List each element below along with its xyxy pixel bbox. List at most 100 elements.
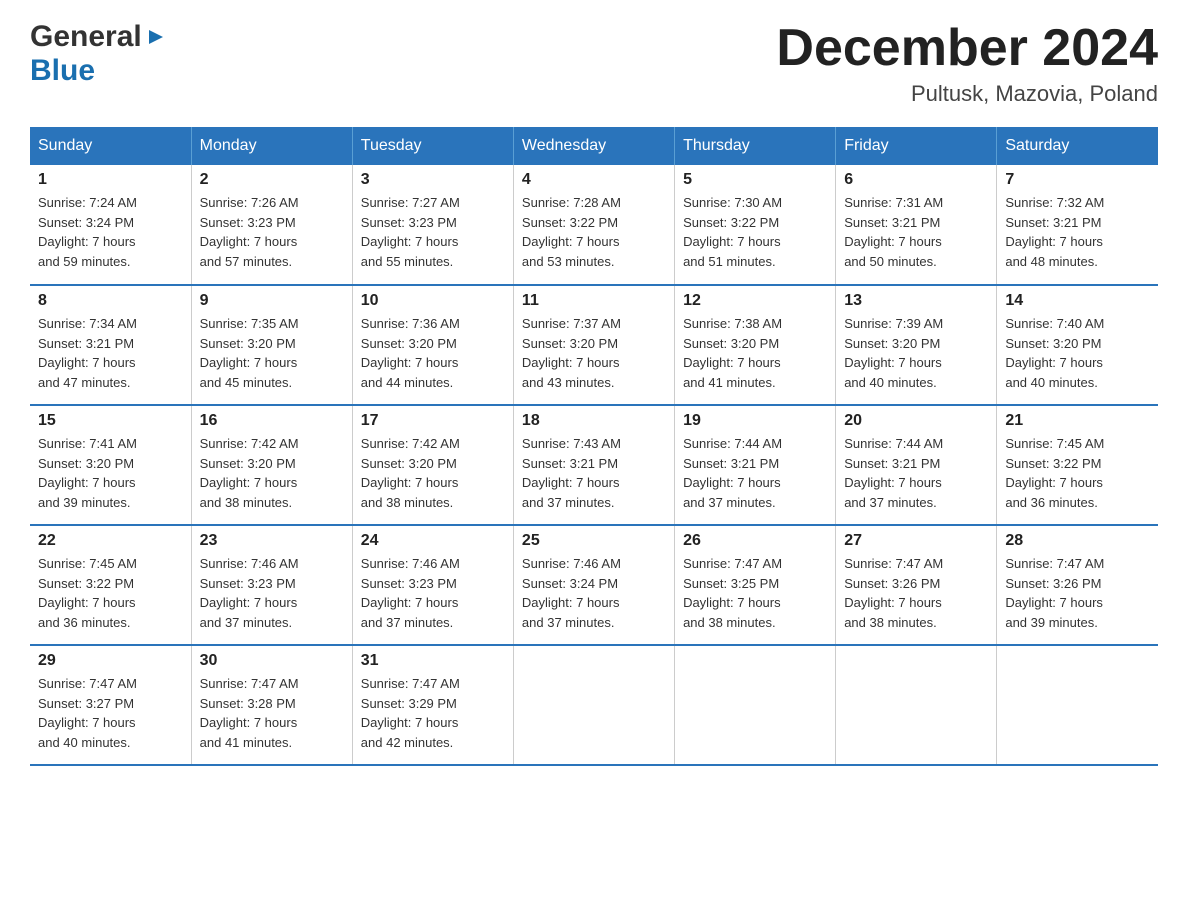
day-number: 15 — [38, 412, 183, 430]
calendar-cell: 9 Sunrise: 7:35 AMSunset: 3:20 PMDaylight… — [191, 285, 352, 405]
day-info: Sunrise: 7:45 AMSunset: 3:22 PMDaylight:… — [38, 554, 183, 632]
calendar-cell: 21Sunrise: 7:45 AMSunset: 3:22 PMDayligh… — [997, 405, 1158, 525]
calendar-cell: 19 Sunrise: 7:44 AMSunset: 3:21 PMDayligh… — [675, 405, 836, 525]
day-info: Sunrise: 7:47 AMSunset: 3:25 PMDaylight:… — [683, 554, 827, 632]
day-number: 6 — [844, 171, 988, 189]
calendar-cell: 16 Sunrise: 7:42 AMSunset: 3:20 PMDayligh… — [191, 405, 352, 525]
day-number: 10 — [361, 292, 505, 310]
calendar-cell: 15 Sunrise: 7:41 AMSunset: 3:20 PMDayligh… — [30, 405, 191, 525]
col-header-sunday: Sunday — [30, 127, 191, 165]
day-info: Sunrise: 7:37 AMSunset: 3:20 PMDaylight:… — [522, 314, 666, 392]
calendar-cell: 27Sunrise: 7:47 AMSunset: 3:26 PMDayligh… — [836, 525, 997, 645]
calendar-cell: 31 Sunrise: 7:47 AMSunset: 3:29 PMDayligh… — [352, 645, 513, 765]
day-info: Sunrise: 7:41 AMSunset: 3:20 PMDaylight:… — [38, 434, 183, 512]
day-info: Sunrise: 7:44 AMSunset: 3:21 PMDaylight:… — [844, 434, 988, 512]
calendar-cell: 14Sunrise: 7:40 AMSunset: 3:20 PMDayligh… — [997, 285, 1158, 405]
day-number: 4 — [522, 171, 666, 189]
calendar-cell: 5 Sunrise: 7:30 AMSunset: 3:22 PMDaylight… — [675, 165, 836, 285]
day-info: Sunrise: 7:47 AMSunset: 3:26 PMDaylight:… — [1005, 554, 1150, 632]
day-info: Sunrise: 7:32 AMSunset: 3:21 PMDaylight:… — [1005, 193, 1150, 271]
calendar-cell — [675, 645, 836, 765]
day-number: 28 — [1005, 532, 1150, 550]
day-number: 13 — [844, 292, 988, 310]
day-info: Sunrise: 7:38 AMSunset: 3:20 PMDaylight:… — [683, 314, 827, 392]
calendar-cell: 1 Sunrise: 7:24 AMSunset: 3:24 PMDaylight… — [30, 165, 191, 285]
calendar-cell: 30Sunrise: 7:47 AMSunset: 3:28 PMDayligh… — [191, 645, 352, 765]
logo-arrow-icon — [145, 26, 167, 48]
day-info: Sunrise: 7:47 AMSunset: 3:28 PMDaylight:… — [200, 674, 344, 752]
calendar-cell: 23 Sunrise: 7:46 AMSunset: 3:23 PMDayligh… — [191, 525, 352, 645]
day-info: Sunrise: 7:42 AMSunset: 3:20 PMDaylight:… — [361, 434, 505, 512]
day-number: 11 — [522, 292, 666, 310]
calendar-cell: 24Sunrise: 7:46 AMSunset: 3:23 PMDayligh… — [352, 525, 513, 645]
day-info: Sunrise: 7:39 AMSunset: 3:20 PMDaylight:… — [844, 314, 988, 392]
title-block: December 2024 Pultusk, Mazovia, Poland — [776, 20, 1158, 107]
logo-general-text: General — [30, 20, 142, 54]
calendar-cell: 10 Sunrise: 7:36 AMSunset: 3:20 PMDayligh… — [352, 285, 513, 405]
day-number: 20 — [844, 412, 988, 430]
page-header: General Blue December 2024 Pultusk, Mazo… — [30, 20, 1158, 107]
day-info: Sunrise: 7:35 AMSunset: 3:20 PMDaylight:… — [200, 314, 344, 392]
day-number: 5 — [683, 171, 827, 189]
calendar-cell: 26 Sunrise: 7:47 AMSunset: 3:25 PMDayligh… — [675, 525, 836, 645]
day-number: 19 — [683, 412, 827, 430]
week-row-2: 8 Sunrise: 7:34 AMSunset: 3:21 PMDaylight… — [30, 285, 1158, 405]
day-info: Sunrise: 7:44 AMSunset: 3:21 PMDaylight:… — [683, 434, 827, 512]
day-info: Sunrise: 7:42 AMSunset: 3:20 PMDaylight:… — [200, 434, 344, 512]
day-number: 16 — [200, 412, 344, 430]
day-number: 1 — [38, 171, 183, 189]
day-number: 17 — [361, 412, 505, 430]
day-number: 9 — [200, 292, 344, 310]
day-info: Sunrise: 7:46 AMSunset: 3:23 PMDaylight:… — [200, 554, 344, 632]
calendar-title: December 2024 — [776, 20, 1158, 77]
col-header-wednesday: Wednesday — [513, 127, 674, 165]
calendar-cell: 4 Sunrise: 7:28 AMSunset: 3:22 PMDaylight… — [513, 165, 674, 285]
col-header-thursday: Thursday — [675, 127, 836, 165]
calendar-cell: 13 Sunrise: 7:39 AMSunset: 3:20 PMDayligh… — [836, 285, 997, 405]
day-number: 14 — [1005, 292, 1150, 310]
week-row-4: 22 Sunrise: 7:45 AMSunset: 3:22 PMDayligh… — [30, 525, 1158, 645]
col-header-tuesday: Tuesday — [352, 127, 513, 165]
calendar-cell — [997, 645, 1158, 765]
day-info: Sunrise: 7:47 AMSunset: 3:29 PMDaylight:… — [361, 674, 505, 752]
calendar-cell — [513, 645, 674, 765]
calendar-cell: 12 Sunrise: 7:38 AMSunset: 3:20 PMDayligh… — [675, 285, 836, 405]
week-row-1: 1 Sunrise: 7:24 AMSunset: 3:24 PMDaylight… — [30, 165, 1158, 285]
calendar-cell: 8 Sunrise: 7:34 AMSunset: 3:21 PMDaylight… — [30, 285, 191, 405]
col-header-monday: Monday — [191, 127, 352, 165]
calendar-table: SundayMondayTuesdayWednesdayThursdayFrid… — [30, 127, 1158, 766]
calendar-cell: 7 Sunrise: 7:32 AMSunset: 3:21 PMDaylight… — [997, 165, 1158, 285]
calendar-cell: 28 Sunrise: 7:47 AMSunset: 3:26 PMDayligh… — [997, 525, 1158, 645]
day-info: Sunrise: 7:30 AMSunset: 3:22 PMDaylight:… — [683, 193, 827, 271]
day-number: 31 — [361, 652, 505, 670]
day-info: Sunrise: 7:28 AMSunset: 3:22 PMDaylight:… — [522, 193, 666, 271]
day-number: 25 — [522, 532, 666, 550]
calendar-location: Pultusk, Mazovia, Poland — [776, 81, 1158, 107]
calendar-cell: 18Sunrise: 7:43 AMSunset: 3:21 PMDayligh… — [513, 405, 674, 525]
day-info: Sunrise: 7:27 AMSunset: 3:23 PMDaylight:… — [361, 193, 505, 271]
day-number: 23 — [200, 532, 344, 550]
day-number: 24 — [361, 532, 505, 550]
day-number: 26 — [683, 532, 827, 550]
logo-blue-text: Blue — [30, 54, 95, 87]
day-number: 3 — [361, 171, 505, 189]
day-number: 22 — [38, 532, 183, 550]
day-number: 7 — [1005, 171, 1150, 189]
day-number: 8 — [38, 292, 183, 310]
calendar-cell: 17 Sunrise: 7:42 AMSunset: 3:20 PMDayligh… — [352, 405, 513, 525]
day-info: Sunrise: 7:47 AMSunset: 3:27 PMDaylight:… — [38, 674, 183, 752]
day-number: 29 — [38, 652, 183, 670]
day-info: Sunrise: 7:26 AMSunset: 3:23 PMDaylight:… — [200, 193, 344, 271]
day-info: Sunrise: 7:24 AMSunset: 3:24 PMDaylight:… — [38, 193, 183, 271]
day-info: Sunrise: 7:31 AMSunset: 3:21 PMDaylight:… — [844, 193, 988, 271]
day-info: Sunrise: 7:34 AMSunset: 3:21 PMDaylight:… — [38, 314, 183, 392]
calendar-cell: 29 Sunrise: 7:47 AMSunset: 3:27 PMDayligh… — [30, 645, 191, 765]
week-row-3: 15 Sunrise: 7:41 AMSunset: 3:20 PMDayligh… — [30, 405, 1158, 525]
day-info: Sunrise: 7:46 AMSunset: 3:24 PMDaylight:… — [522, 554, 666, 632]
day-info: Sunrise: 7:36 AMSunset: 3:20 PMDaylight:… — [361, 314, 505, 392]
day-number: 18 — [522, 412, 666, 430]
week-row-5: 29 Sunrise: 7:47 AMSunset: 3:27 PMDayligh… — [30, 645, 1158, 765]
day-number: 12 — [683, 292, 827, 310]
col-header-saturday: Saturday — [997, 127, 1158, 165]
calendar-cell: 2Sunrise: 7:26 AMSunset: 3:23 PMDaylight… — [191, 165, 352, 285]
